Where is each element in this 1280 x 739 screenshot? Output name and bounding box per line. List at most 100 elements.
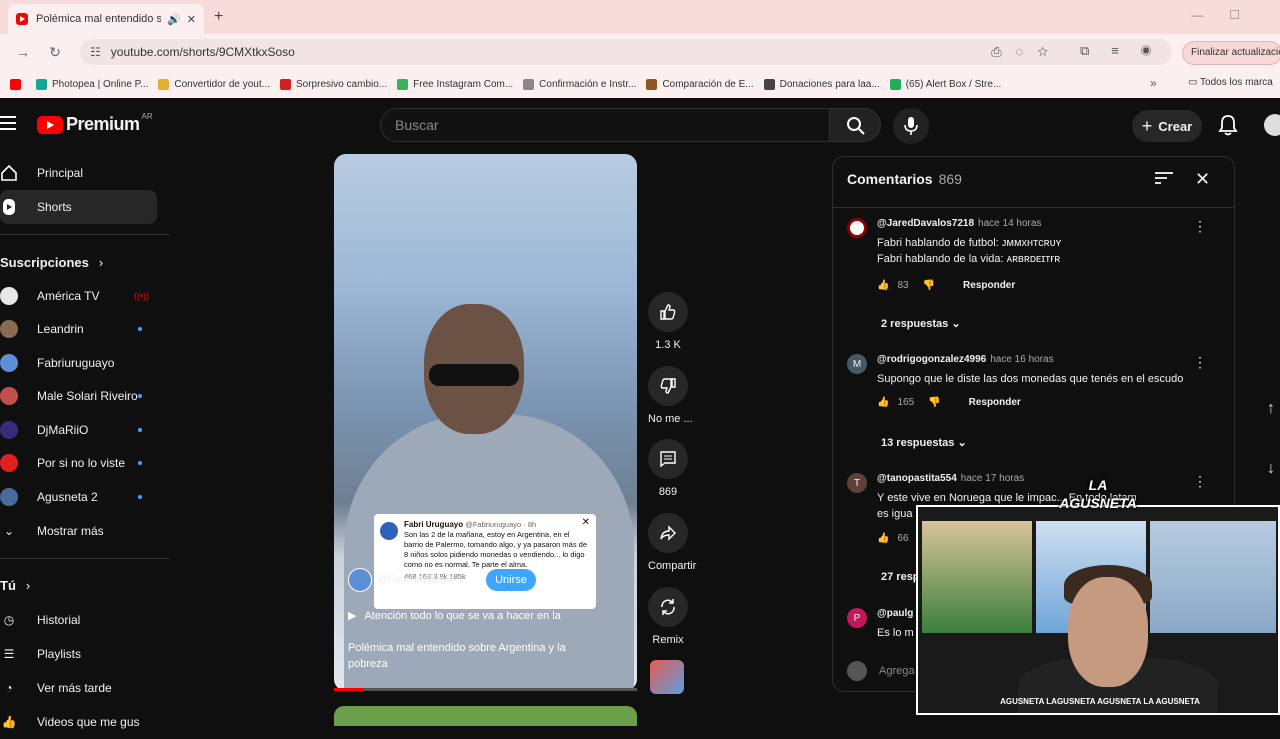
dislike-button[interactable]: No me ... — [648, 366, 693, 425]
user-avatar — [847, 661, 867, 681]
arrow-up-icon[interactable]: ↑ — [1262, 400, 1280, 418]
comment-avatar[interactable]: T — [847, 473, 867, 493]
subscriptions-header[interactable]: Suscripciones › — [0, 245, 170, 279]
sidebar-item-label: Videos que me gus — [37, 714, 140, 729]
comment-author[interactable]: @tanopastita554 hace 17 horas — [877, 473, 1024, 484]
video-progress-bar[interactable] — [334, 688, 637, 691]
chevron-more-icon[interactable]: » — [1150, 76, 1157, 90]
comment-author-name: @paulg — [877, 608, 914, 619]
comment-author[interactable]: @paulg — [877, 608, 913, 619]
sidebar-item-playlists[interactable]: ☰ Playlists — [0, 637, 170, 671]
sidebar-item-channel[interactable]: Fabriuruguayo — [0, 346, 170, 380]
sidebar-item-liked[interactable]: 👍 Videos que me gus — [0, 705, 170, 739]
update-button[interactable]: Finalizar actualización — [1182, 41, 1280, 65]
comment-author[interactable]: @JaredDavalos7218 hace 14 horas — [877, 218, 1041, 229]
site-info-icon[interactable]: ☷ — [90, 45, 101, 59]
sidebar-item-history[interactable]: ◷ Historial — [0, 603, 170, 637]
audio-thumbnail[interactable] — [650, 660, 684, 694]
reply-button[interactable]: Responder — [969, 397, 1021, 408]
audio-label[interactable]: ▶ Atención todo lo que se va a hacer en l… — [348, 609, 588, 623]
bookmark-item[interactable]: Free Instagram Com... — [397, 78, 513, 90]
bookmark-item[interactable]: (65) Alert Box / Stre... — [889, 78, 1001, 90]
sidebar-item-channel[interactable]: Por si no lo viste — [0, 447, 170, 481]
url-text[interactable]: youtube.com/shorts/9CMXtkxSoso — [111, 45, 295, 59]
comment-avatar[interactable]: P — [847, 608, 867, 628]
youtube-logo[interactable]: Premium AR — [37, 112, 153, 135]
speaker-icon[interactable]: 🔊 — [167, 13, 181, 26]
reply-button[interactable]: Responder — [963, 280, 1015, 291]
youtube-icon — [10, 78, 21, 90]
more-options-icon[interactable]: ⋮ — [1193, 218, 1207, 235]
voice-search-button[interactable] — [893, 108, 929, 144]
comment-time: hace 16 horas — [990, 354, 1054, 365]
search-button[interactable] — [829, 108, 881, 142]
remix-button[interactable]: Remix — [648, 587, 688, 646]
account-avatar[interactable] — [1264, 114, 1280, 136]
channel-avatar[interactable] — [348, 568, 372, 592]
bookmark-youtube[interactable] — [10, 78, 26, 90]
streamer-face — [1068, 577, 1148, 687]
join-button[interactable]: Unirse — [486, 569, 536, 591]
show-more-button[interactable]: ⌄ Mostrar más — [0, 514, 170, 548]
bookmark-item[interactable]: Donaciones para laa... — [763, 78, 880, 90]
comments-button[interactable]: 869 — [648, 439, 688, 498]
tweet-avatar — [380, 522, 398, 540]
sidebar-item-principal[interactable]: Principal — [0, 156, 170, 190]
reload-icon[interactable]: ↻ — [46, 44, 64, 61]
comment-avatar[interactable] — [847, 218, 867, 238]
next-video-preview[interactable] — [334, 706, 637, 726]
notifications-icon[interactable] — [1218, 114, 1238, 141]
sidebar-item-channel[interactable]: Male Solari Riveiro — [0, 380, 170, 414]
sidebar-item-channel[interactable]: Agusneta 2 — [0, 480, 170, 514]
dislike-label: No me ... — [648, 413, 693, 425]
address-bar[interactable]: ☷ youtube.com/shorts/9CMXtkxSoso ⎙◌☆ — [80, 39, 1172, 65]
all-bookmarks[interactable]: ▭ Todos los marca — [1188, 77, 1273, 88]
sort-icon[interactable] — [1155, 171, 1173, 190]
channel-handle[interactable]: @Fabriuruguayo — [378, 574, 453, 585]
bookmark-item[interactable]: Convertidor de yout... — [158, 78, 270, 90]
add-comment-placeholder: Agrega — [879, 665, 915, 677]
comment-avatar[interactable]: M — [847, 354, 867, 374]
forward-icon[interactable]: → — [14, 44, 32, 60]
sidebar-item-channel[interactable]: Leandrin — [0, 313, 170, 347]
close-icon[interactable]: ✕ — [1195, 169, 1210, 190]
bookmark-item[interactable]: Comparación de E... — [646, 78, 754, 90]
view-replies-button[interactable]: 2 respuestas ⌄ — [881, 317, 961, 330]
window-controls[interactable]: —☐ — [1191, 8, 1266, 22]
video-title[interactable]: Polémica mal entendido sobre Argentina y… — [348, 640, 598, 672]
bookmark-item[interactable]: Sorpresivo cambio... — [279, 78, 388, 90]
sidebar-item-shorts[interactable]: Shorts — [0, 190, 157, 224]
like-button[interactable]: 1.3 K — [648, 292, 688, 351]
more-options-icon[interactable]: ⋮ — [1193, 473, 1207, 490]
you-header[interactable]: Tú › — [0, 569, 170, 603]
bookmark-item[interactable]: Photopea | Online P... — [36, 78, 148, 90]
arrow-down-icon[interactable]: ↓ — [1262, 460, 1280, 478]
thumbs-down-icon[interactable]: 👎 — [923, 280, 935, 291]
comment-author[interactable]: @rodrigogonzalez4996 hace 16 horas — [877, 354, 1054, 365]
more-options-icon[interactable]: ⋮ — [1193, 354, 1207, 371]
close-tab-icon[interactable]: ✕ — [187, 13, 196, 26]
new-tab-icon[interactable]: + — [214, 8, 223, 26]
live-icon: ((•)) — [134, 290, 150, 301]
bookmark-label: Sorpresivo cambio... — [295, 78, 388, 90]
share-button[interactable]: Compartir — [648, 513, 696, 572]
bookmark-item[interactable]: Confirmación e Instr... — [523, 78, 636, 90]
comment-line: Es lo m — [877, 627, 914, 639]
create-button[interactable]: + Crear — [1132, 110, 1202, 142]
browser-tab[interactable]: Polémica mal entendido sob 🔊 ✕ — [8, 4, 204, 34]
sidebar-item-channel[interactable]: América TV ((•)) — [0, 279, 170, 313]
sidebar-item-watch-later[interactable]: ◔ Ver más tarde — [0, 671, 170, 705]
view-replies-button[interactable]: 27 resp — [881, 571, 920, 583]
search-input[interactable]: Buscar — [380, 108, 830, 142]
menu-icon[interactable] — [0, 116, 16, 134]
thumbs-up-icon[interactable]: 👍 — [877, 280, 889, 291]
comment-text: Fabri hablando de futbol: ᴊᴍᴍxʜᴛᴄʀᴜʏ Fabr… — [877, 235, 1061, 267]
thumbs-up-icon[interactable]: 👍 — [877, 533, 889, 544]
thumbs-down-icon[interactable]: 👎 — [928, 397, 940, 408]
view-replies-button[interactable]: 13 respuestas ⌄ — [881, 436, 967, 449]
comment-actions: 👍 66 — [877, 533, 909, 544]
thumbs-up-icon[interactable]: 👍 — [877, 397, 889, 408]
sidebar-item-channel[interactable]: DjMaRiiO — [0, 413, 170, 447]
omnibox-actions[interactable]: ⎙◌☆ — [991, 44, 1062, 60]
extension-icons[interactable]: ⧉≡◉ — [1080, 43, 1173, 59]
